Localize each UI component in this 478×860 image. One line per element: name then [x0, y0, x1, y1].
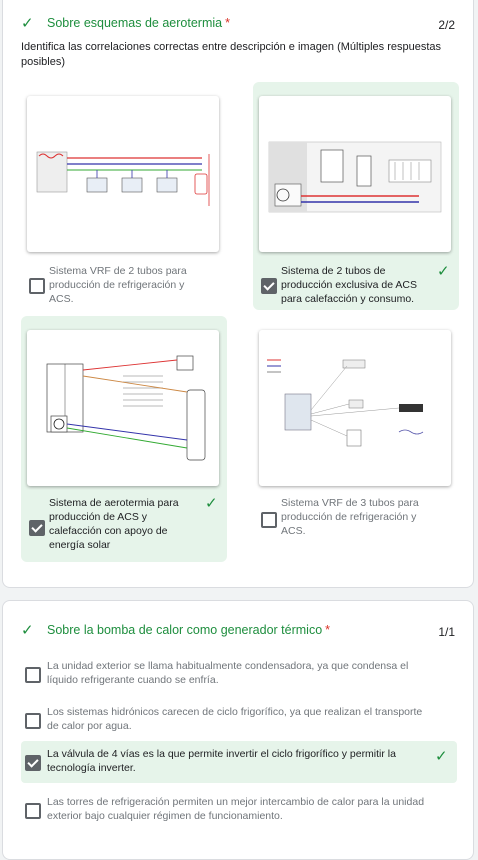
image-option-2[interactable]: Sistema de 2 tubos de producción exclusi… [253, 82, 459, 310]
option-label: Las torres de refrigeración permiten un … [47, 796, 425, 822]
option-label: Sistema de aerotermia para producción de… [49, 497, 179, 551]
diagram-image-vrf-3-tubes [259, 330, 451, 486]
question-score: 1/1 [438, 625, 455, 639]
option-row-correct[interactable]: La válvula de 4 vías es la que permite i… [21, 741, 457, 783]
option-checkbox[interactable] [25, 803, 41, 819]
option-row[interactable]: Las torres de refrigeración permiten un … [21, 791, 457, 827]
question-title: Sobre esquemas de aerotermia [47, 16, 223, 30]
diagram-image-vrf-2-tubes [27, 96, 219, 252]
question-score: 2/2 [438, 18, 455, 32]
check-icon: ✓ [21, 15, 34, 32]
check-icon: ✓ [435, 748, 448, 765]
option-label: Sistema VRF de 2 tubos para producción d… [49, 265, 187, 305]
question-description: Identifica las correlaciones correctas e… [21, 41, 442, 68]
required-mark: * [225, 16, 230, 30]
option-label: La unidad exterior se llama habitualment… [47, 660, 409, 686]
option-checkbox[interactable] [29, 278, 45, 294]
question-card-aerotermia: ✓ Sobre esquemas de aerotermia * 2/2 Ide… [2, 0, 474, 588]
option-checkbox[interactable] [261, 512, 277, 528]
question-title: Sobre la bomba de calor como generador t… [47, 623, 323, 637]
check-icon: ✓ [21, 622, 34, 639]
option-label: Sistema VRF de 3 tubos para producción d… [281, 497, 419, 537]
check-icon: ✓ [437, 263, 450, 280]
option-checkbox[interactable] [25, 755, 41, 771]
image-option-4[interactable]: Sistema VRF de 3 tubos para producción d… [253, 316, 459, 546]
question-header: ✓ Sobre la bomba de calor como generador… [21, 621, 330, 639]
image-option-3[interactable]: Sistema de aerotermia para producción de… [21, 316, 227, 562]
option-row[interactable]: La unidad exterior se llama habitualment… [21, 655, 457, 691]
question-card-bomba-calor: ✓ Sobre la bomba de calor como generador… [2, 600, 474, 860]
question-header: ✓ Sobre esquemas de aerotermia * [21, 14, 230, 32]
option-label: Sistema de 2 tubos de producción exclusi… [281, 265, 417, 305]
option-label: La válvula de 4 vías es la que permite i… [47, 748, 396, 774]
image-option-1[interactable]: Sistema VRF de 2 tubos para producción d… [21, 92, 227, 316]
diagram-image-solar-acs [27, 330, 219, 486]
option-checkbox[interactable] [25, 713, 41, 729]
option-label: Los sistemas hidrónicos carecen de ciclo… [47, 706, 423, 732]
required-mark: * [325, 623, 331, 637]
diagram-image-acs-2-tubes [259, 96, 451, 252]
option-row[interactable]: Los sistemas hidrónicos carecen de ciclo… [21, 701, 457, 737]
option-checkbox[interactable] [25, 667, 41, 683]
option-checkbox[interactable] [261, 278, 277, 294]
check-icon: ✓ [205, 495, 218, 512]
option-checkbox[interactable] [29, 520, 45, 536]
